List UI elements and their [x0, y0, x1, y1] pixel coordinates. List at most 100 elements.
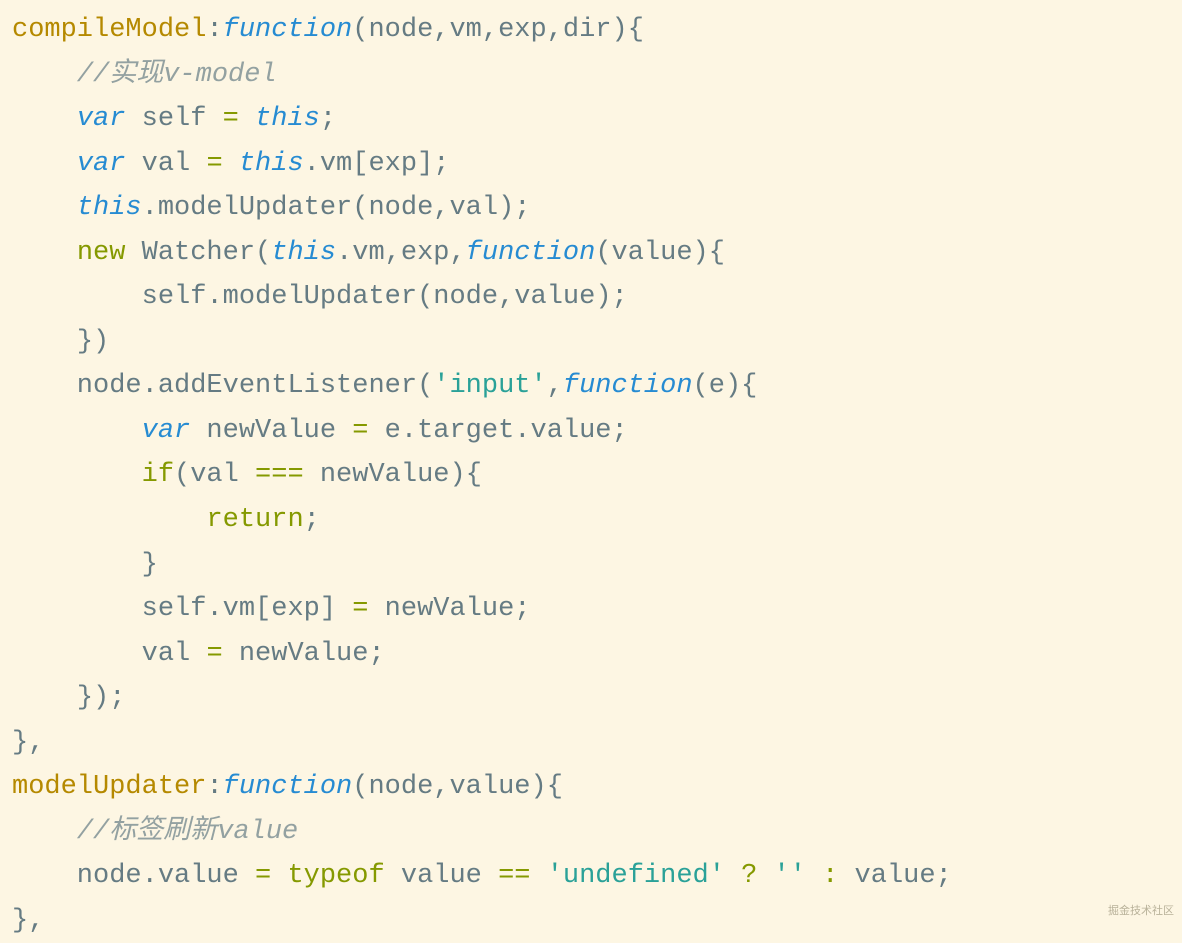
code-token: ): [595, 282, 611, 312]
code-token: ,: [498, 282, 514, 312]
code-token: function: [563, 371, 693, 401]
code-token: [12, 416, 142, 446]
code-token: val: [125, 149, 206, 179]
code-token: ;: [612, 282, 628, 312]
code-token: ;: [612, 416, 628, 446]
code-token: node: [433, 282, 498, 312]
code-token: self: [125, 104, 222, 134]
code-token: .: [142, 861, 158, 891]
code-token: new: [77, 238, 126, 268]
code-token: [12, 327, 77, 357]
code-token: this: [271, 238, 336, 268]
code-token: [12, 149, 77, 179]
code-token: ;: [514, 594, 530, 624]
code-token: .: [304, 149, 320, 179]
code-token: ,: [28, 728, 44, 758]
code-token: node: [12, 371, 142, 401]
code-token: [12, 683, 77, 713]
code-token: }: [142, 550, 158, 580]
code-token: [12, 193, 77, 223]
code-token: ]: [320, 594, 336, 624]
code-token: (: [174, 460, 190, 490]
code-token: [806, 861, 822, 891]
code-token: ,: [433, 15, 449, 45]
code-token: :: [206, 15, 222, 45]
code-token: [757, 861, 773, 891]
code-token: {: [741, 371, 757, 401]
code-token: .: [336, 238, 352, 268]
code-line: }): [12, 327, 109, 357]
code-block[interactable]: compileModel:function(node,vm,exp,dir){ …: [12, 8, 1170, 943]
code-token: target: [417, 416, 514, 446]
code-line: },: [12, 906, 44, 936]
code-token: Watcher: [125, 238, 255, 268]
code-token: [531, 861, 547, 891]
code-token: dir: [563, 15, 612, 45]
code-token: node: [12, 861, 142, 891]
code-token: modelUpdater: [223, 282, 417, 312]
code-token: (: [417, 371, 433, 401]
code-token: var: [77, 104, 126, 134]
code-line: new Watcher(this.vm,exp,function(value){: [12, 238, 725, 268]
code-token: [12, 238, 77, 268]
code-token: =: [255, 861, 271, 891]
code-token: exp: [401, 238, 450, 268]
code-token: (: [352, 193, 368, 223]
code-token: ): [449, 460, 465, 490]
code-token: value: [449, 772, 530, 802]
code-line: //实现v-model: [12, 60, 277, 90]
code-token: value: [158, 861, 255, 891]
code-token: }: [12, 728, 28, 758]
code-token: =: [206, 639, 222, 669]
code-token: value: [514, 282, 595, 312]
code-token: if: [142, 460, 174, 490]
code-line: },: [12, 728, 44, 758]
code-token: (: [417, 282, 433, 312]
code-token: vm: [449, 15, 481, 45]
code-line: val = newValue;: [12, 639, 385, 669]
code-token: val: [449, 193, 498, 223]
code-token: self: [12, 594, 206, 624]
code-token: node: [368, 772, 433, 802]
code-token: modelUpdater: [12, 772, 206, 802]
code-token: (: [352, 15, 368, 45]
code-token: 'input': [433, 371, 546, 401]
code-token: self: [12, 282, 206, 312]
code-token: [12, 817, 77, 847]
code-token: this: [255, 104, 320, 134]
code-token: .: [206, 282, 222, 312]
code-token: value: [385, 861, 498, 891]
code-token: node: [368, 15, 433, 45]
code-token: ,: [385, 238, 401, 268]
code-token: ): [93, 327, 109, 357]
code-token: ;: [368, 639, 384, 669]
code-token: ): [531, 772, 547, 802]
code-token: [12, 550, 142, 580]
code-line: self.vm[exp] = newValue;: [12, 594, 531, 624]
code-token: val: [190, 460, 255, 490]
code-token: .: [514, 416, 530, 446]
code-token: val: [12, 639, 206, 669]
code-token: .: [206, 594, 222, 624]
code-token: {: [547, 772, 563, 802]
code-line: compileModel:function(node,vm,exp,dir){: [12, 15, 644, 45]
code-token: ,: [482, 15, 498, 45]
code-token: ,: [28, 906, 44, 936]
code-token: vm: [352, 238, 384, 268]
code-line: });: [12, 683, 125, 713]
code-token: ;: [514, 193, 530, 223]
code-token: vm: [223, 594, 255, 624]
code-token: .: [142, 371, 158, 401]
code-token: newValue: [304, 460, 450, 490]
code-token: (: [595, 238, 611, 268]
code-token: e: [709, 371, 725, 401]
code-line: node.addEventListener('input',function(e…: [12, 371, 757, 401]
code-line: this.modelUpdater(node,val);: [12, 193, 531, 223]
code-token: newValue: [190, 416, 352, 446]
code-token: ,: [547, 371, 563, 401]
code-token: {: [466, 460, 482, 490]
code-token: newValue: [368, 594, 514, 624]
code-token: =: [352, 594, 368, 624]
code-token: typeof: [287, 861, 384, 891]
code-token: .: [401, 416, 417, 446]
